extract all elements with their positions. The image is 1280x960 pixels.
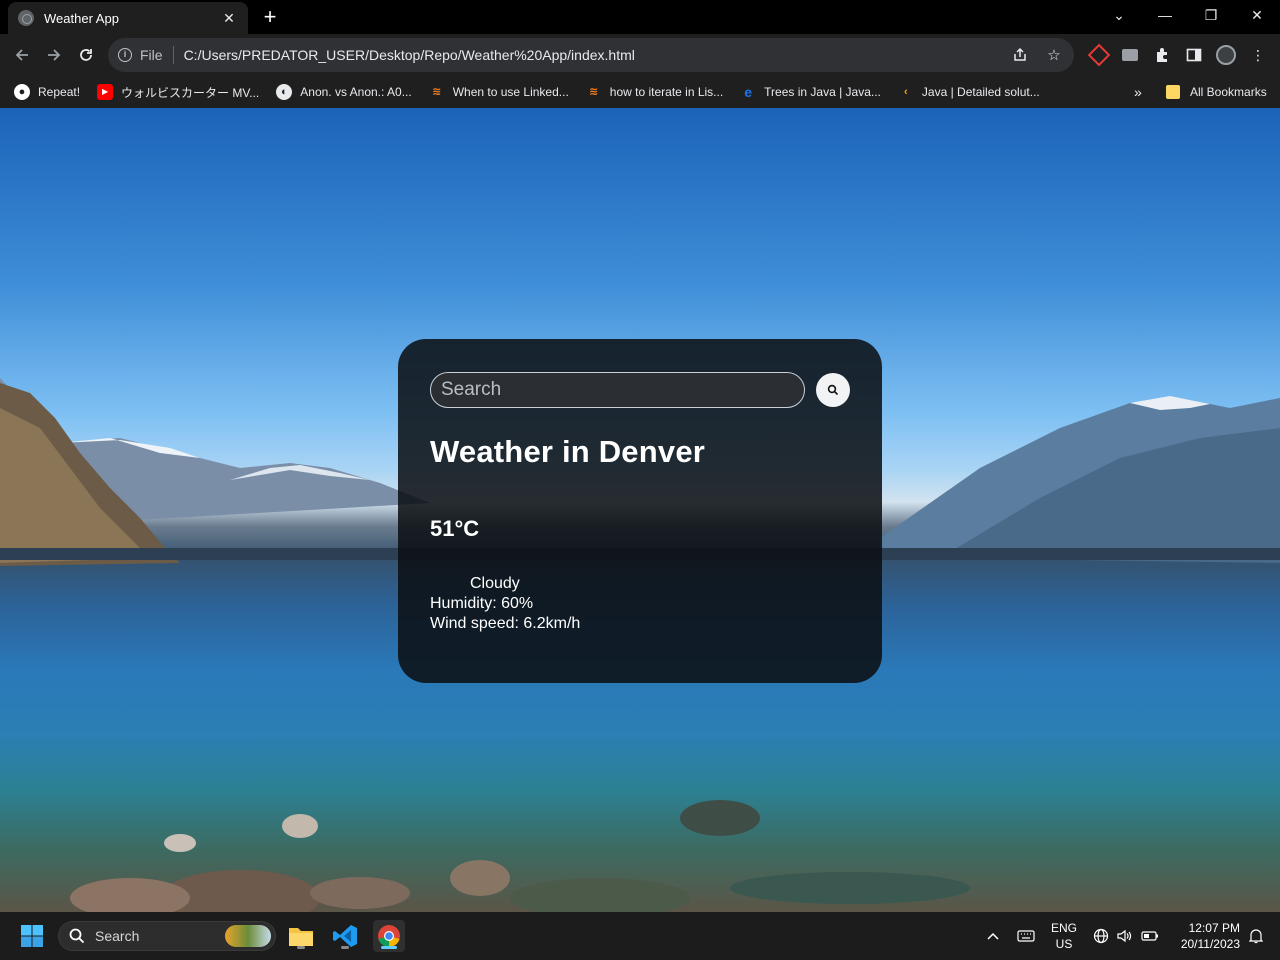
address-bar[interactable]: i File C:/Users/PREDATOR_USER/Desktop/Re…: [108, 38, 1074, 72]
bookmark-label: Anon. vs Anon.: A0...: [300, 85, 412, 99]
restore-button[interactable]: ❐: [1188, 0, 1234, 30]
city-heading: Weather in Denver: [430, 434, 706, 469]
language-label: ENG: [1050, 921, 1077, 935]
site-icon: ◐: [276, 84, 293, 100]
bookmark-label: ウォルビスカーター MV...: [121, 85, 260, 100]
bookmark-label: Java | Detailed solut...: [921, 85, 1040, 99]
bookmarks-bar: ● Repeat! ▶ ウォルビスカーター MV... ◐ Anon. vs Anon…: [0, 76, 1280, 108]
wind-speed-text: Wind speed: 6.2km/h: [430, 615, 581, 632]
site-info-icon[interactable]: i: [118, 48, 132, 62]
bookmark-label: Repeat!: [38, 85, 81, 99]
taskbar-search-label: Search: [95, 928, 140, 944]
search-row: [430, 372, 850, 408]
clock[interactable]: 12:07 PM 20/11/2023: [1172, 912, 1240, 960]
minimize-button[interactable]: —: [1142, 0, 1188, 30]
bookmark-label: When to use Linked...: [452, 85, 569, 99]
bookmark-item[interactable]: ● Repeat!: [14, 84, 80, 100]
network-globe-icon[interactable]: [1090, 912, 1112, 960]
bookmark-item[interactable]: e Trees in Java | Java...: [740, 84, 881, 100]
file-explorer-button[interactable]: [285, 920, 317, 952]
reload-button[interactable]: [72, 41, 100, 69]
clock-time: 12:07 PM: [1188, 921, 1240, 935]
share-icon[interactable]: [1006, 41, 1034, 69]
tab-search-button[interactable]: ⌄: [1096, 0, 1142, 30]
windows-taskbar: Search ENG US 12:07 PM 20/11/2023: [0, 912, 1280, 960]
bookmark-label: Trees in Java | Java...: [764, 85, 881, 99]
tab-strip: Weather App ✕ + ⌄ — ❐ ✕: [0, 0, 1280, 34]
bookmark-star-icon[interactable]: ☆: [1040, 41, 1068, 69]
region-label: US: [1055, 937, 1073, 951]
educative-icon: e: [744, 84, 753, 100]
search-highlight-icon: [225, 925, 271, 947]
globe-icon: ●: [14, 84, 30, 100]
keyboard-icon[interactable]: [1014, 912, 1038, 960]
chrome-button[interactable]: [373, 920, 405, 952]
stackoverflow-icon: ≋: [432, 86, 442, 98]
all-bookmarks-button[interactable]: All Bookmarks: [1166, 76, 1267, 108]
stackoverflow-icon: ≋: [589, 86, 599, 98]
leetcode-icon: ‹: [904, 86, 908, 98]
browser-menu-icon[interactable]: ⋮: [1247, 44, 1269, 66]
folder-icon: [1166, 85, 1180, 99]
profile-avatar-icon[interactable]: [1215, 44, 1237, 66]
active-indicator: [381, 946, 397, 949]
chrome-icon: [378, 925, 400, 947]
notifications-bell-icon[interactable]: [1244, 912, 1268, 960]
open-indicator: [341, 946, 349, 949]
vscode-button[interactable]: [329, 920, 361, 952]
tab-weather-app[interactable]: Weather App ✕: [8, 2, 248, 34]
bookmark-item[interactable]: ≋ how to iterate in Lis...: [586, 84, 723, 100]
bookmarks-overflow-button[interactable]: »: [1134, 84, 1142, 100]
search-button[interactable]: [816, 373, 850, 407]
extensions-puzzle-icon[interactable]: [1151, 44, 1173, 66]
weather-card: Weather in Denver 51°C Cloudy Humidity: …: [398, 339, 882, 683]
page-favicon-icon: [18, 10, 34, 26]
bookmark-item[interactable]: ▶ ウォルビスカーター MV...: [97, 84, 259, 101]
url-scheme-label: File: [140, 47, 163, 63]
side-panel-icon[interactable]: [1183, 44, 1205, 66]
temperature-value: 51°C: [430, 516, 480, 541]
close-window-button[interactable]: ✕: [1234, 0, 1280, 30]
new-tab-button[interactable]: +: [258, 6, 282, 30]
start-button[interactable]: [16, 920, 48, 952]
search-input[interactable]: [430, 372, 805, 408]
tab-close-icon[interactable]: ✕: [220, 9, 238, 27]
open-indicator: [297, 946, 305, 949]
extension-gray-icon[interactable]: [1119, 44, 1141, 66]
bookmark-item[interactable]: ◐ Anon. vs Anon.: A0...: [276, 84, 412, 100]
volume-icon[interactable]: [1114, 912, 1136, 960]
back-button[interactable]: [8, 41, 36, 69]
bookmark-label: how to iterate in Lis...: [609, 85, 724, 99]
windows-logo-icon: [21, 925, 43, 947]
bookmark-item[interactable]: ≋ When to use Linked...: [429, 84, 569, 100]
url-text[interactable]: C:/Users/PREDATOR_USER/Desktop/Repo/Weat…: [184, 47, 1006, 63]
page-background: Weather in Denver 51°C Cloudy Humidity: …: [0, 108, 1280, 912]
omnibox-separator: [172, 46, 174, 64]
folder-icon: [289, 928, 313, 946]
reload-icon: [80, 49, 92, 61]
browser-toolbar: i File C:/Users/PREDATOR_USER/Desktop/Re…: [0, 34, 1280, 76]
show-hidden-icons-button[interactable]: [982, 912, 1004, 960]
search-icon: [827, 384, 839, 396]
search-icon: [69, 928, 85, 944]
clock-date: 20/11/2023: [1180, 937, 1240, 951]
tab-title: Weather App: [44, 10, 119, 26]
youtube-icon: ▶: [97, 84, 114, 100]
taskbar-search-box[interactable]: Search: [58, 921, 276, 951]
forward-arrow-icon: [48, 49, 61, 61]
humidity-text: Humidity: 60%: [430, 595, 534, 612]
chevron-up-icon: [987, 932, 999, 940]
weather-description: Cloudy: [470, 575, 520, 592]
all-bookmarks-label: All Bookmarks: [1190, 85, 1267, 99]
extension-red-icon[interactable]: [1087, 43, 1111, 67]
input-language-button[interactable]: ENG US: [1046, 912, 1082, 960]
back-arrow-icon: [15, 49, 28, 61]
forward-button[interactable]: [40, 41, 68, 69]
bookmark-item[interactable]: ‹ Java | Detailed solut...: [898, 84, 1040, 100]
battery-icon[interactable]: [1138, 912, 1162, 960]
